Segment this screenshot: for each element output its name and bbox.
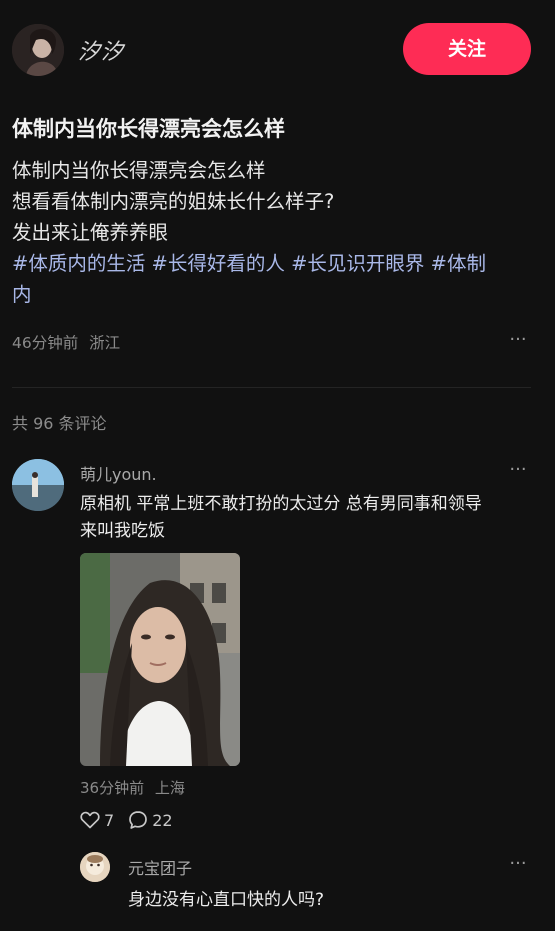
author-name[interactable]: 汐汐 <box>78 34 124 66</box>
comment-meta: 36分钟前 上海 <box>80 777 185 798</box>
reply-username[interactable]: 元宝团子 <box>128 855 192 879</box>
like-button[interactable]: 7 <box>80 811 114 830</box>
comment-more-icon[interactable]: ··· <box>506 461 530 483</box>
post-text-line: 体制内当你长得漂亮会怎么样 <box>12 159 266 182</box>
post-location: 浙江 <box>89 334 121 352</box>
comment-time: 36分钟前 <box>80 779 145 797</box>
comment-bubble-icon <box>128 810 152 830</box>
hashtag-line[interactable]: 内 <box>12 279 542 310</box>
post-title: 体制内当你长得漂亮会怎么样 <box>12 117 285 141</box>
author-avatar[interactable] <box>12 24 64 76</box>
post-text-line: 想看看体制内漂亮的姐妹长什么样子? <box>12 190 335 213</box>
post-body: 体制内当你长得漂亮会怎么样 想看看体制内漂亮的姐妹长什么样子? 发出来让俺养养眼… <box>12 155 542 310</box>
reply-count: 22 <box>152 810 173 830</box>
reply-more-icon[interactable]: ··· <box>506 855 530 877</box>
post-meta: 46分钟前 浙江 <box>12 331 120 353</box>
reply-avatar[interactable] <box>80 852 110 882</box>
post-header: 汐汐 关注 <box>0 0 555 100</box>
comment-location: 上海 <box>154 779 185 797</box>
comment-count: 共 96 条评论 <box>12 414 107 433</box>
reply-text: 身边没有心直口快的人吗? <box>128 890 325 910</box>
comment-photo[interactable] <box>80 553 240 766</box>
heart-icon <box>80 811 104 829</box>
hashtag-list: #体质内的生活 #长得好看的人 #长见识开眼界 #体制 内 <box>12 248 542 310</box>
reply-button[interactable]: 22 <box>128 810 173 830</box>
hashtag-line[interactable]: #体质内的生活 #长得好看的人 #长见识开眼界 #体制 <box>12 248 542 279</box>
commenter-name[interactable]: 萌儿youn. <box>80 461 157 485</box>
comment-text-line: 原相机 平常上班不敢打扮的太过分 总有男同事和领导 <box>80 494 482 514</box>
comment-text-line: 来叫我吃饭 <box>80 521 165 541</box>
like-count: 7 <box>104 810 115 830</box>
divider <box>12 387 531 388</box>
post-time: 46分钟前 <box>12 334 79 352</box>
commenter-avatar[interactable] <box>12 459 64 511</box>
post-text-line: 发出来让俺养养眼 <box>12 221 169 244</box>
follow-button[interactable]: 关注 <box>403 23 531 75</box>
comment-actions: 7 22 <box>80 808 173 832</box>
post-more-icon[interactable]: ··· <box>506 330 530 354</box>
comment-text: 原相机 平常上班不敢打扮的太过分 总有男同事和领导 来叫我吃饭 <box>80 491 530 545</box>
